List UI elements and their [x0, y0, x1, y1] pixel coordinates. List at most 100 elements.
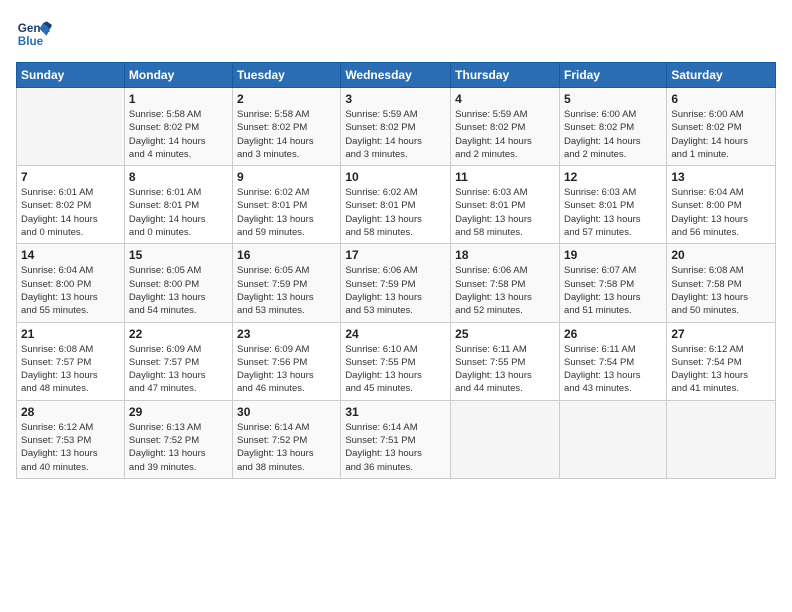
day-number: 11 [455, 170, 555, 184]
day-info: Sunrise: 6:06 AM Sunset: 7:59 PM Dayligh… [345, 264, 446, 317]
day-number: 16 [237, 248, 336, 262]
weekday-header-saturday: Saturday [667, 63, 776, 88]
day-info: Sunrise: 6:02 AM Sunset: 8:01 PM Dayligh… [345, 186, 446, 239]
day-info: Sunrise: 6:09 AM Sunset: 7:57 PM Dayligh… [129, 343, 228, 396]
calendar-cell: 19 Sunrise: 6:07 AM Sunset: 7:58 PM Dayli… [559, 244, 666, 322]
calendar-cell: 20 Sunrise: 6:08 AM Sunset: 7:58 PM Dayli… [667, 244, 776, 322]
day-number: 12 [564, 170, 662, 184]
calendar-cell: 11 Sunrise: 6:03 AM Sunset: 8:01 PM Dayli… [451, 166, 560, 244]
calendar-cell [559, 400, 666, 478]
day-info: Sunrise: 6:10 AM Sunset: 7:55 PM Dayligh… [345, 343, 446, 396]
day-number: 13 [671, 170, 771, 184]
calendar-cell [17, 88, 125, 166]
day-info: Sunrise: 6:04 AM Sunset: 8:00 PM Dayligh… [671, 186, 771, 239]
calendar-cell: 3 Sunrise: 5:59 AM Sunset: 8:02 PM Daylig… [341, 88, 451, 166]
calendar-cell: 21 Sunrise: 6:08 AM Sunset: 7:57 PM Dayli… [17, 322, 125, 400]
day-info: Sunrise: 6:11 AM Sunset: 7:55 PM Dayligh… [455, 343, 555, 396]
day-number: 29 [129, 405, 228, 419]
calendar-cell [667, 400, 776, 478]
calendar-cell: 13 Sunrise: 6:04 AM Sunset: 8:00 PM Dayli… [667, 166, 776, 244]
calendar-cell: 27 Sunrise: 6:12 AM Sunset: 7:54 PM Dayli… [667, 322, 776, 400]
day-info: Sunrise: 5:59 AM Sunset: 8:02 PM Dayligh… [455, 108, 555, 161]
calendar-cell [451, 400, 560, 478]
day-number: 25 [455, 327, 555, 341]
day-number: 2 [237, 92, 336, 106]
calendar-cell: 10Sunrise: 6:02 AM Sunset: 8:01 PM Dayli… [341, 166, 451, 244]
day-info: Sunrise: 6:08 AM Sunset: 7:58 PM Dayligh… [671, 264, 771, 317]
day-number: 30 [237, 405, 336, 419]
day-number: 21 [21, 327, 120, 341]
day-number: 6 [671, 92, 771, 106]
calendar-cell: 7 Sunrise: 6:01 AM Sunset: 8:02 PM Daylig… [17, 166, 125, 244]
calendar-cell: 8 Sunrise: 6:01 AM Sunset: 8:01 PM Daylig… [124, 166, 232, 244]
day-number: 7 [21, 170, 120, 184]
weekday-header-tuesday: Tuesday [233, 63, 341, 88]
calendar-cell: 4 Sunrise: 5:59 AM Sunset: 8:02 PM Daylig… [451, 88, 560, 166]
calendar-cell: 18 Sunrise: 6:06 AM Sunset: 7:58 PM Dayli… [451, 244, 560, 322]
day-number: 1 [129, 92, 228, 106]
day-info: Sunrise: 6:01 AM Sunset: 8:01 PM Dayligh… [129, 186, 228, 239]
calendar-cell: 17 Sunrise: 6:06 AM Sunset: 7:59 PM Dayli… [341, 244, 451, 322]
day-info: Sunrise: 5:59 AM Sunset: 8:02 PM Dayligh… [345, 108, 446, 161]
calendar-cell: 16 Sunrise: 6:05 AM Sunset: 7:59 PM Dayli… [233, 244, 341, 322]
logo: General Blue [16, 16, 52, 52]
calendar-cell: 28 Sunrise: 6:12 AM Sunset: 7:53 PM Dayli… [17, 400, 125, 478]
day-number: 9 [237, 170, 336, 184]
calendar-cell: 25 Sunrise: 6:11 AM Sunset: 7:55 PM Dayli… [451, 322, 560, 400]
day-info: Sunrise: 6:00 AM Sunset: 8:02 PM Dayligh… [564, 108, 662, 161]
page-header: General Blue [16, 16, 776, 52]
calendar-cell: 26Sunrise: 6:11 AM Sunset: 7:54 PM Dayli… [559, 322, 666, 400]
calendar-cell: 15 Sunrise: 6:05 AM Sunset: 8:00 PM Dayli… [124, 244, 232, 322]
day-info: Sunrise: 6:07 AM Sunset: 7:58 PM Dayligh… [564, 264, 662, 317]
calendar-cell: 5 Sunrise: 6:00 AM Sunset: 8:02 PM Daylig… [559, 88, 666, 166]
day-number: 4 [455, 92, 555, 106]
weekday-header-monday: Monday [124, 63, 232, 88]
day-info: Sunrise: 6:00 AM Sunset: 8:02 PM Dayligh… [671, 108, 771, 161]
day-number: 5 [564, 92, 662, 106]
day-info: Sunrise: 6:14 AM Sunset: 7:51 PM Dayligh… [345, 421, 446, 474]
day-info: Sunrise: 6:01 AM Sunset: 8:02 PM Dayligh… [21, 186, 120, 239]
day-info: Sunrise: 6:04 AM Sunset: 8:00 PM Dayligh… [21, 264, 120, 317]
logo-icon: General Blue [16, 16, 52, 52]
calendar-cell: 22 Sunrise: 6:09 AM Sunset: 7:57 PM Dayli… [124, 322, 232, 400]
weekday-header-wednesday: Wednesday [341, 63, 451, 88]
day-number: 20 [671, 248, 771, 262]
day-info: Sunrise: 6:06 AM Sunset: 7:58 PM Dayligh… [455, 264, 555, 317]
day-number: 31 [345, 405, 446, 419]
calendar-table: SundayMondayTuesdayWednesdayThursdayFrid… [16, 62, 776, 479]
day-info: Sunrise: 6:13 AM Sunset: 7:52 PM Dayligh… [129, 421, 228, 474]
day-info: Sunrise: 6:12 AM Sunset: 7:54 PM Dayligh… [671, 343, 771, 396]
day-number: 28 [21, 405, 120, 419]
svg-text:Blue: Blue [18, 35, 44, 48]
day-info: Sunrise: 6:09 AM Sunset: 7:56 PM Dayligh… [237, 343, 336, 396]
day-info: Sunrise: 5:58 AM Sunset: 8:02 PM Dayligh… [237, 108, 336, 161]
day-number: 8 [129, 170, 228, 184]
day-info: Sunrise: 6:14 AM Sunset: 7:52 PM Dayligh… [237, 421, 336, 474]
day-info: Sunrise: 6:03 AM Sunset: 8:01 PM Dayligh… [455, 186, 555, 239]
calendar-cell: 1 Sunrise: 5:58 AM Sunset: 8:02 PM Daylig… [124, 88, 232, 166]
day-number: 18 [455, 248, 555, 262]
day-info: Sunrise: 6:05 AM Sunset: 7:59 PM Dayligh… [237, 264, 336, 317]
day-number: 23 [237, 327, 336, 341]
day-number: 27 [671, 327, 771, 341]
day-number: 19 [564, 248, 662, 262]
calendar-cell: 6 Sunrise: 6:00 AM Sunset: 8:02 PM Daylig… [667, 88, 776, 166]
day-number: 24 [345, 327, 446, 341]
day-info: Sunrise: 6:12 AM Sunset: 7:53 PM Dayligh… [21, 421, 120, 474]
day-number: 3 [345, 92, 446, 106]
calendar-cell: 24 Sunrise: 6:10 AM Sunset: 7:55 PM Dayli… [341, 322, 451, 400]
day-number: 14 [21, 248, 120, 262]
day-info: Sunrise: 6:02 AM Sunset: 8:01 PM Dayligh… [237, 186, 336, 239]
calendar-cell: 9 Sunrise: 6:02 AM Sunset: 8:01 PM Daylig… [233, 166, 341, 244]
calendar-cell: 30 Sunrise: 6:14 AM Sunset: 7:52 PM Dayli… [233, 400, 341, 478]
day-number: 22 [129, 327, 228, 341]
day-info: Sunrise: 6:08 AM Sunset: 7:57 PM Dayligh… [21, 343, 120, 396]
calendar-cell: 29 Sunrise: 6:13 AM Sunset: 7:52 PM Dayli… [124, 400, 232, 478]
day-info: Sunrise: 5:58 AM Sunset: 8:02 PM Dayligh… [129, 108, 228, 161]
weekday-header-sunday: Sunday [17, 63, 125, 88]
calendar-cell: 14 Sunrise: 6:04 AM Sunset: 8:00 PM Dayli… [17, 244, 125, 322]
day-number: 15 [129, 248, 228, 262]
day-info: Sunrise: 6:05 AM Sunset: 8:00 PM Dayligh… [129, 264, 228, 317]
day-number: 17 [345, 248, 446, 262]
day-number: 26 [564, 327, 662, 341]
